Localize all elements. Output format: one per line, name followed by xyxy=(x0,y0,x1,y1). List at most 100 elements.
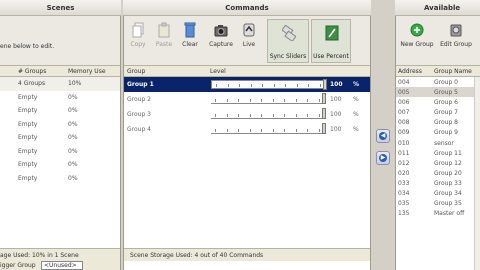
add-group-arrow-button[interactable]: ◀ xyxy=(376,129,390,143)
available-group-row[interactable]: 020 Group 20 xyxy=(396,168,480,178)
scene-storage-text: age Used: 10% in 1 Scene xyxy=(0,252,79,259)
available-group-row[interactable]: 005 Group 5 xyxy=(396,87,480,98)
scene-row[interactable]: Empty 0% xyxy=(0,131,120,145)
copy-icon xyxy=(132,22,144,38)
use-percent-label: Use Percent xyxy=(313,53,349,60)
level-slider-thumb[interactable] xyxy=(322,123,326,134)
available-group-row[interactable]: 009 Group 9 xyxy=(396,127,480,137)
scene-row[interactable]: Empty 0% xyxy=(0,172,120,186)
col-memory[interactable]: Memory Use xyxy=(68,68,106,75)
col-group-name[interactable]: Group Name xyxy=(434,68,472,75)
level-slider-thumb[interactable] xyxy=(323,79,327,90)
scene-group-count: Empty xyxy=(18,93,38,101)
level-unit: % xyxy=(353,111,359,118)
commands-panel: Copy Paste Clear Capture Live Sync Slide… xyxy=(123,16,371,270)
camera-icon xyxy=(214,25,228,37)
available-group-row[interactable]: 010 sensor xyxy=(396,138,480,148)
scenes-panel: ene below to edit. # Groups Memory Use 4… xyxy=(0,16,121,270)
level-slider[interactable] xyxy=(211,108,326,119)
scene-group-count: Empty xyxy=(18,120,38,128)
remove-group-arrow-button[interactable]: ▶ xyxy=(376,151,390,165)
command-group-name: Group 3 xyxy=(127,111,151,118)
command-row[interactable]: Group 4 100% xyxy=(124,122,370,137)
trigger-group-select[interactable]: <Unused> xyxy=(41,261,83,270)
available-group-row[interactable]: 011 Group 11 xyxy=(396,148,480,158)
col-level[interactable]: Level xyxy=(210,68,226,75)
edit-group-button[interactable]: Edit Group xyxy=(438,20,474,60)
scene-group-count: Empty xyxy=(18,107,38,114)
commands-columns: Group Level xyxy=(124,66,370,77)
col-groups[interactable]: # Groups xyxy=(18,68,46,75)
col-address[interactable]: Address xyxy=(398,68,422,75)
clear-label: Clear xyxy=(182,41,198,48)
available-groups-scrollbar[interactable] xyxy=(474,77,480,270)
level-slider-thumb[interactable] xyxy=(322,93,326,104)
new-group-label: New Group xyxy=(400,41,434,48)
col-group[interactable]: Group xyxy=(127,68,145,75)
level-slider-thumb[interactable] xyxy=(322,108,326,119)
scene-row[interactable]: Empty 0% xyxy=(0,145,120,159)
sync-sliders-button[interactable]: Sync Sliders xyxy=(267,19,309,63)
percent-icon xyxy=(325,25,339,41)
edit-group-icon xyxy=(450,24,462,37)
available-group-row[interactable]: 135 Master off xyxy=(396,208,480,218)
group-name: Group 11 xyxy=(434,149,462,157)
scenes-list: 4 Groups 10% Empty 0% Empty 0% Empty 0% Empty 0% E… xyxy=(0,77,120,185)
available-groups-panel: New Group Edit Group Address Group Name … xyxy=(395,16,480,270)
level-value[interactable]: 100 xyxy=(330,126,341,133)
group-address: 135 xyxy=(398,210,410,218)
available-group-row[interactable]: 008 Group 8 xyxy=(396,117,480,127)
group-name: Group 35 xyxy=(434,200,462,208)
level-slider[interactable] xyxy=(211,93,326,104)
command-row[interactable]: Group 1 100% xyxy=(124,77,370,92)
available-group-row[interactable]: 007 Group 7 xyxy=(396,107,480,117)
paste-button[interactable]: Paste xyxy=(152,20,176,60)
live-icon xyxy=(243,23,255,37)
copy-button[interactable]: Copy xyxy=(126,20,150,60)
level-unit: % xyxy=(353,96,359,103)
trash-icon xyxy=(184,22,196,38)
scene-group-count: Empty xyxy=(18,161,38,168)
group-address: 011 xyxy=(398,149,410,157)
scenes-toolbar: ene below to edit. xyxy=(0,16,120,66)
group-address: 009 xyxy=(398,129,410,137)
copy-label: Copy xyxy=(130,41,146,48)
available-group-row[interactable]: 035 Group 35 xyxy=(396,198,480,208)
new-group-button[interactable]: New Group xyxy=(399,20,435,60)
level-value[interactable]: 100 xyxy=(330,96,341,103)
group-address: 004 xyxy=(398,79,410,86)
scene-row[interactable]: Empty 0% xyxy=(0,118,120,132)
command-row[interactable]: Group 2 100% xyxy=(124,92,370,107)
command-row[interactable]: Group 3 100% xyxy=(124,107,370,122)
scene-memory-use: 0% xyxy=(68,93,78,101)
use-percent-button[interactable]: Use Percent xyxy=(311,19,351,63)
available-group-row[interactable]: 033 Group 33 xyxy=(396,178,480,188)
group-name: Group 7 xyxy=(434,109,458,117)
command-group-name: Group 2 xyxy=(127,96,151,103)
level-slider[interactable] xyxy=(211,79,327,90)
group-address: 008 xyxy=(398,119,410,127)
group-address: 012 xyxy=(398,159,410,167)
scene-row[interactable]: Empty 0% xyxy=(0,158,120,172)
command-storage-text: Scene Storage Used: 4 out of 40 Commands xyxy=(130,252,264,259)
clear-button[interactable]: Clear xyxy=(178,20,202,60)
scenes-columns: # Groups Memory Use xyxy=(0,66,120,77)
available-group-row[interactable]: 004 Group 0 xyxy=(396,77,480,87)
group-name: Group 8 xyxy=(434,119,458,127)
level-value[interactable]: 100 xyxy=(330,111,341,118)
group-name: Group 34 xyxy=(434,190,462,198)
group-address: 010 xyxy=(398,139,410,147)
scene-row[interactable]: 4 Groups 10% xyxy=(0,77,120,91)
level-value[interactable]: 100 xyxy=(330,81,343,88)
live-button[interactable]: Live xyxy=(237,20,261,60)
available-group-row[interactable]: 006 Group 6 xyxy=(396,97,480,107)
scene-row[interactable]: Empty 0% xyxy=(0,104,120,118)
available-group-row[interactable]: 012 Group 12 xyxy=(396,158,480,168)
scene-memory-use: 0% xyxy=(68,161,78,168)
scene-row[interactable]: Empty 0% xyxy=(0,91,120,105)
available-group-row[interactable]: 034 Group 34 xyxy=(396,188,480,198)
level-slider[interactable] xyxy=(211,123,326,134)
scene-group-count: Empty xyxy=(18,134,38,141)
capture-button[interactable]: Capture xyxy=(207,20,235,60)
group-name: sensor xyxy=(434,139,454,147)
